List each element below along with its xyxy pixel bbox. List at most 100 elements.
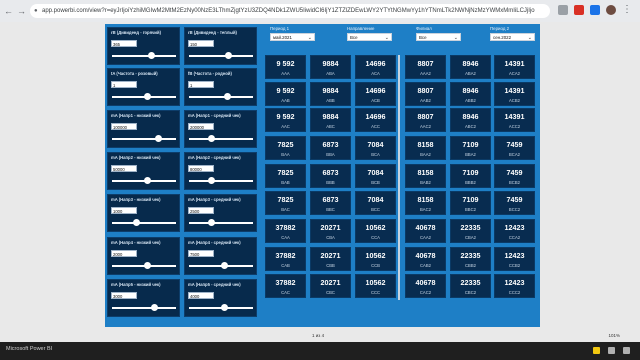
slider-track[interactable] (112, 219, 176, 226)
slicer-card[interactable]: mA (Напр1 - средний чек) 200000 (184, 110, 257, 148)
slider-track[interactable] (112, 93, 176, 100)
slider-thumb[interactable] (132, 219, 140, 226)
kpi-card[interactable]: 7109 BBA2 (450, 136, 491, 160)
kpi-card[interactable]: 20271 CBA (310, 219, 351, 243)
kpi-card[interactable]: 8807 AAC2 (405, 108, 446, 132)
slider-thumb[interactable] (207, 219, 215, 226)
slicer-value-input[interactable]: 100000 (111, 123, 137, 130)
kpi-card[interactable]: 22335 CBA2 (450, 219, 491, 243)
kpi-card[interactable]: 6873 BBA (310, 136, 351, 160)
filter-select[interactable]: Все ⌄ (347, 33, 392, 41)
slider-track[interactable] (189, 262, 253, 269)
slicer-card[interactable]: mA (Напр5 - низкий чек) 3000 (107, 279, 180, 317)
kpi-card[interactable]: 8807 AAA2 (405, 55, 446, 79)
kpi-card[interactable]: 40678 CAC2 (405, 274, 446, 298)
kpi-card[interactable]: 7084 BCA (355, 136, 396, 160)
slider-track[interactable] (189, 177, 253, 184)
slider-track[interactable] (112, 177, 176, 184)
chevron-down-icon[interactable]: ⌄ (385, 34, 389, 42)
kpi-card[interactable]: 10562 CCC (355, 274, 396, 298)
powerbi-icon[interactable] (593, 347, 600, 354)
slider-track[interactable] (112, 52, 176, 59)
kpi-card[interactable]: 14696 ACC (355, 108, 396, 132)
page-indicator[interactable]: 1 из 4 (312, 333, 324, 338)
slicer-card[interactable]: mA (Напр2 - низкий чек) 50000 (107, 152, 180, 190)
slicer-value-input[interactable]: 1000 (111, 207, 137, 214)
slicer-value-input[interactable]: 1 (188, 81, 214, 88)
slicer-value-input[interactable]: 200000 (188, 123, 214, 130)
slicer-card[interactable]: fB (Частота - родной) 1 (184, 68, 257, 106)
slicer-value-input[interactable]: 1 (111, 81, 137, 88)
kpi-card[interactable]: 22335 CBB2 (450, 247, 491, 271)
slider-thumb[interactable] (225, 52, 233, 59)
kpi-card[interactable]: 7825 BAB (265, 164, 306, 188)
kpi-card[interactable]: 7825 BAA (265, 136, 306, 160)
kpi-card[interactable]: 40678 CAA2 (405, 219, 446, 243)
address-bar[interactable]: ● app.powerbi.com/view?r=eyJrIjoiYzhiMGI… (30, 4, 550, 18)
slicer-card[interactable]: mA (Напр2 - средний чек) 80000 (184, 152, 257, 190)
slider-track[interactable] (189, 135, 253, 142)
kpi-card[interactable]: 7084 BCC (355, 191, 396, 215)
kpi-card[interactable]: 37882 CAC (265, 274, 306, 298)
kpi-card[interactable]: 7825 BAC (265, 191, 306, 215)
kpi-card[interactable]: 7459 BCB2 (494, 164, 535, 188)
filter-dropdown[interactable]: Филиал Все ⌄ (416, 26, 461, 41)
extension-icon[interactable] (590, 5, 600, 15)
slicer-card[interactable]: rB (Дивиденд - горячий) 365 (107, 27, 180, 65)
slider-track[interactable] (112, 135, 176, 142)
slider-track[interactable] (189, 304, 253, 311)
kpi-card[interactable]: 12423 CCC2 (494, 274, 535, 298)
slider-track[interactable] (112, 262, 176, 269)
slicer-card[interactable]: mA (Напр4 - средний чек) 7500 (184, 237, 257, 275)
kpi-card[interactable]: 7459 BCA2 (494, 136, 535, 160)
slider-thumb[interactable] (223, 93, 231, 100)
slicer-card[interactable]: mA (Напр1 - низкий чек) 100000 (107, 110, 180, 148)
kpi-card[interactable]: 14391 ACC2 (494, 108, 535, 132)
slicer-value-input[interactable]: 80000 (188, 165, 214, 172)
filter-select[interactable]: сен.2022 ⌄ (490, 33, 535, 41)
filter-dropdown[interactable]: Период 1 май.2021 ⌄ (270, 26, 315, 41)
slicer-value-input[interactable]: 50000 (111, 165, 137, 172)
slicer-value-input[interactable]: 3000 (111, 292, 137, 299)
filter-dropdown[interactable]: Период 2 сен.2022 ⌄ (490, 26, 535, 41)
chevron-down-icon[interactable]: ⌄ (454, 34, 458, 42)
kpi-card[interactable]: 8807 AAB2 (405, 82, 446, 106)
slicer-value-input[interactable]: 7500 (188, 250, 214, 257)
browser-icon[interactable] (608, 347, 615, 354)
kpi-card[interactable]: 6873 BBB (310, 164, 351, 188)
kpi-card[interactable]: 14696 ACB (355, 82, 396, 106)
slider-thumb[interactable] (148, 52, 156, 59)
chevron-down-icon[interactable]: ⌄ (308, 34, 312, 42)
kpi-card[interactable]: 22335 CBC2 (450, 274, 491, 298)
slider-thumb[interactable] (154, 135, 162, 142)
slider-track[interactable] (189, 52, 253, 59)
kpi-card[interactable]: 12423 CCA2 (494, 219, 535, 243)
slicer-value-input[interactable]: 365 (111, 40, 137, 47)
kpi-card[interactable]: 9 592 AAC (265, 108, 306, 132)
slider-track[interactable] (112, 304, 176, 311)
kpi-card[interactable]: 20271 CBC (310, 274, 351, 298)
slider-thumb[interactable] (220, 262, 228, 269)
slider-thumb[interactable] (220, 304, 228, 311)
kpi-card[interactable]: 9884 ABB (310, 82, 351, 106)
kpi-card[interactable]: 8946 ABC2 (450, 108, 491, 132)
folder-icon[interactable] (623, 347, 630, 354)
slider-track[interactable] (189, 93, 253, 100)
kpi-card[interactable]: 37882 CAA (265, 219, 306, 243)
slicer-card[interactable]: rB (Дивиденд - теплый) 150 (184, 27, 257, 65)
filter-select[interactable]: май.2021 ⌄ (270, 33, 315, 41)
slider-thumb[interactable] (150, 304, 158, 311)
slicer-value-input[interactable]: 4000 (188, 292, 214, 299)
extension-icon[interactable] (574, 5, 584, 15)
kpi-card[interactable]: 8158 BAC2 (405, 191, 446, 215)
kpi-card[interactable]: 14391 ACA2 (494, 55, 535, 79)
star-icon[interactable] (558, 5, 568, 15)
slicer-card[interactable]: mA (Напр3 - средний чек) 2500 (184, 194, 257, 232)
kpi-card[interactable]: 40678 CAB2 (405, 247, 446, 271)
slider-thumb[interactable] (143, 177, 151, 184)
slicer-value-input[interactable]: 2000 (111, 250, 137, 257)
kpi-card[interactable]: 14696 ACA (355, 55, 396, 79)
kpi-card[interactable]: 7109 BBC2 (450, 191, 491, 215)
slicer-card[interactable]: mA (Напр5 - средний чек) 4000 (184, 279, 257, 317)
menu-icon[interactable]: ⋮ (622, 5, 632, 15)
